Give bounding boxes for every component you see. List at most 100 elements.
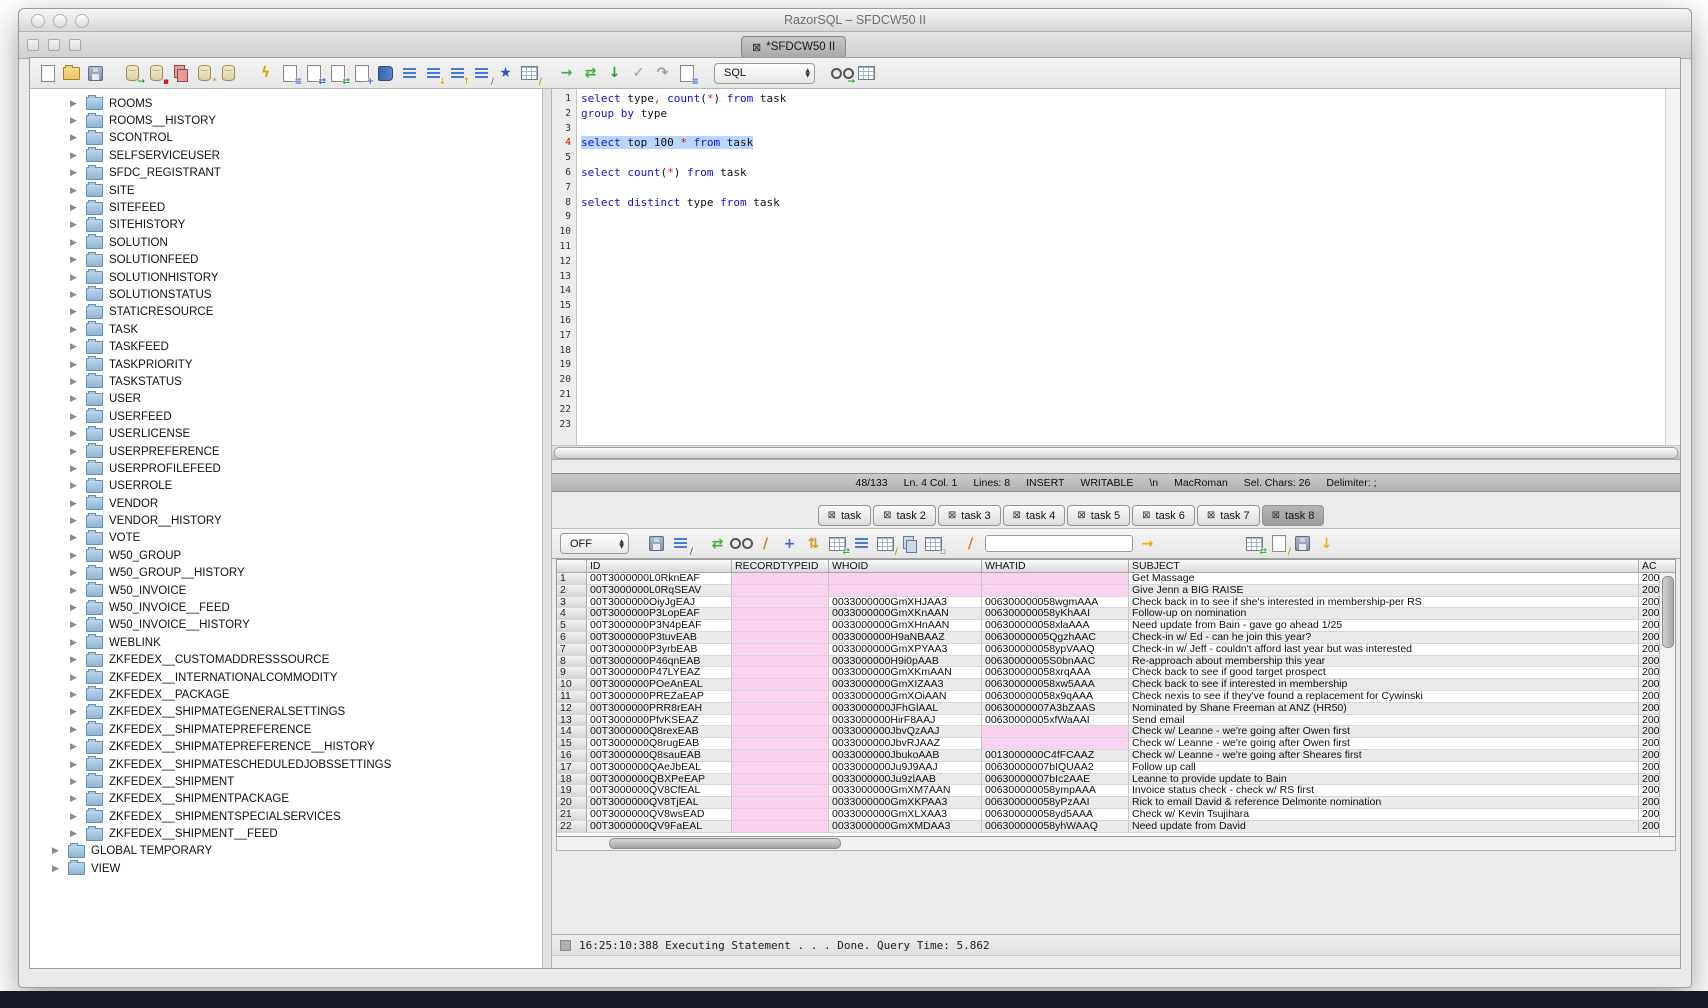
save-grid-icon[interactable]: [1293, 534, 1312, 553]
row-number-cell[interactable]: 17: [557, 762, 587, 774]
disclosure-triangle-icon[interactable]: ▶: [70, 273, 80, 283]
format-sql-icon[interactable]: /: [472, 64, 491, 83]
close-tab-icon[interactable]: ⊠: [828, 510, 836, 521]
minimize-window-icon[interactable]: [53, 14, 67, 28]
sql-mode-select[interactable]: SQL ▲▼: [714, 63, 815, 84]
cell[interactable]: Rick to email David & reference Delmonte…: [1129, 797, 1639, 809]
disclosure-triangle-icon[interactable]: ▶: [70, 412, 80, 422]
highlight-pen-icon[interactable]: /: [961, 534, 980, 553]
cell[interactable]: 006300000058xw5AAA: [982, 679, 1129, 691]
tree-item-userlicense[interactable]: ▶USERLICENSE: [30, 425, 542, 442]
cell[interactable]: 00T3000000OiyJgEAJ: [587, 597, 732, 609]
new-connection-icon[interactable]: *: [195, 64, 214, 83]
edit-results-icon[interactable]: /: [1269, 534, 1288, 553]
cell[interactable]: 006300000058ypVAAQ: [982, 644, 1129, 656]
disclosure-triangle-icon[interactable]: ▶: [70, 342, 80, 352]
cell[interactable]: Check back to see if good target prospec…: [1129, 667, 1639, 679]
title-bar[interactable]: RazorSQL – SFDCW50 II: [19, 9, 1691, 32]
cell[interactable]: Send email: [1129, 715, 1639, 727]
tree-item-sitehistory[interactable]: ▶SITEHISTORY: [30, 217, 542, 234]
cell[interactable]: 0033000000JbvQzAAJ: [829, 726, 982, 738]
row-number-cell[interactable]: 21: [557, 809, 587, 821]
disclosure-triangle-icon[interactable]: ▶: [70, 620, 80, 630]
cell[interactable]: 006300000058xrqAAA: [982, 667, 1129, 679]
disclosure-triangle-icon[interactable]: ▶: [70, 533, 80, 543]
tree-item-userpreference[interactable]: ▶USERPREFERENCE: [30, 443, 542, 460]
cell[interactable]: 0033000000JbvRJAAZ: [829, 738, 982, 750]
tree-item-sitefeed[interactable]: ▶SITEFEED: [30, 199, 542, 216]
disclosure-triangle-icon[interactable]: ▶: [70, 829, 80, 839]
cell[interactable]: 00630000007A3bZAAS: [982, 703, 1129, 715]
tree-item-taskfeed[interactable]: ▶TASKFEED: [30, 338, 542, 355]
tree-item-w50-invoice[interactable]: ▶W50_INVOICE: [30, 582, 542, 599]
tree-item-zkfedex-shipmentspecialservices[interactable]: ▶ZKFEDEX__SHIPMENTSPECIALSERVICES: [30, 808, 542, 825]
cell[interactable]: 00T3000000QV8TjEAL: [587, 797, 732, 809]
mdi-minimize-icon[interactable]: [48, 39, 60, 51]
cell[interactable]: 0033000000JbukoAAB: [829, 750, 982, 762]
cell[interactable]: 0033000000GmXKPAA3: [829, 797, 982, 809]
row-number-cell[interactable]: 15: [557, 738, 587, 750]
result-tab-task-2[interactable]: ⊠task 2: [873, 505, 936, 526]
disclosure-triangle-icon[interactable]: ▶: [70, 290, 80, 300]
cell[interactable]: Nominated by Shane Freeman at ANZ (HR50): [1129, 703, 1639, 715]
open-file-icon[interactable]: [62, 64, 81, 83]
cell[interactable]: 00T3000000QV8wsEAD: [587, 809, 732, 821]
tree-item-site[interactable]: ▶SITE: [30, 182, 542, 199]
move-down-icon[interactable]: ↓: [424, 64, 443, 83]
row-number-cell[interactable]: 11: [557, 691, 587, 703]
row-number-cell[interactable]: 13: [557, 715, 587, 727]
zoom-window-icon[interactable]: [75, 14, 89, 28]
row-number-cell[interactable]: 16: [557, 750, 587, 762]
disclosure-triangle-icon[interactable]: ▶: [70, 429, 80, 439]
query-options-icon[interactable]: ≡: [280, 64, 299, 83]
cell[interactable]: 0033000000GmXOiAAN: [829, 691, 982, 703]
tree-item-w50-invoice-history[interactable]: ▶W50_INVOICE__HISTORY: [30, 617, 542, 634]
cell[interactable]: 00T3000000P47LYEAZ: [587, 667, 732, 679]
disclosure-triangle-icon[interactable]: ▶: [70, 168, 80, 178]
disconnect-icon[interactable]: ▪: [147, 64, 166, 83]
cell[interactable]: 00T3000000QAeJbEAL: [587, 762, 732, 774]
cell[interactable]: 0033000000GmXHnAAN: [829, 620, 982, 632]
row-number-cell[interactable]: 22: [557, 821, 587, 833]
result-tab-task-3[interactable]: ⊠task 3: [938, 505, 1001, 526]
cell[interactable]: Give Jenn a BIG RAISE: [1129, 585, 1639, 597]
cell[interactable]: [732, 573, 829, 585]
mdi-restore-icon[interactable]: [27, 39, 39, 51]
cell[interactable]: 00T3000000PREZaEAP: [587, 691, 732, 703]
connect-icon[interactable]: →: [123, 64, 142, 83]
disclosure-triangle-icon[interactable]: ▶: [70, 551, 80, 561]
tree-item-zkfedex-customaddresssource[interactable]: ▶ZKFEDEX__CUSTOMADDRESSSOURCE: [30, 652, 542, 669]
redo-icon[interactable]: ↷: [653, 64, 672, 83]
disclosure-triangle-icon[interactable]: ▶: [70, 116, 80, 126]
cell[interactable]: [732, 750, 829, 762]
disclosure-triangle-icon[interactable]: ▶: [70, 220, 80, 230]
cell[interactable]: 00T3000000P3yrbEAB: [587, 644, 732, 656]
disclosure-triangle-icon[interactable]: ▶: [70, 377, 80, 387]
tree-item-taskpriority[interactable]: ▶TASKPRIORITY: [30, 356, 542, 373]
column-header-SUBJECT[interactable]: SUBJECT: [1129, 560, 1639, 573]
favorites-icon[interactable]: ★: [496, 64, 515, 83]
cell[interactable]: 006300000058yd5AAA: [982, 809, 1129, 821]
table-info-icon[interactable]: /: [876, 534, 895, 553]
disclosure-triangle-icon[interactable]: ▶: [70, 655, 80, 665]
tree-item-zkfedex-internationalcommodity[interactable]: ▶ZKFEDEX__INTERNATIONALCOMMODITY: [30, 669, 542, 686]
database-icon[interactable]: [219, 64, 238, 83]
editor-horizontal-scrollbar[interactable]: [552, 446, 1680, 460]
cell[interactable]: 006300000058ympAAA: [982, 785, 1129, 797]
tree-item-selfserviceuser[interactable]: ▶SELFSERVICEUSER: [30, 147, 542, 164]
disclosure-triangle-icon[interactable]: ▶: [70, 99, 80, 109]
row-number-cell[interactable]: 7: [557, 644, 587, 656]
sql-editor[interactable]: 1select type, count(*) from task2group b…: [552, 89, 1680, 446]
cell[interactable]: [732, 620, 829, 632]
tree-item-global-temporary[interactable]: ▶GLOBAL TEMPORARY: [30, 843, 542, 860]
disclosure-triangle-icon[interactable]: ▶: [70, 464, 80, 474]
cell[interactable]: [732, 774, 829, 786]
copy-results-icon[interactable]: [900, 534, 919, 553]
results-search-input[interactable]: [985, 535, 1133, 552]
execute-fetch-icon[interactable]: ↓: [605, 64, 624, 83]
column-header-RECORDTYPEID[interactable]: RECORDTYPEID: [732, 560, 829, 573]
disclosure-triangle-icon[interactable]: ▶: [52, 864, 62, 874]
tree-item-userprofilefeed[interactable]: ▶USERPROFILEFEED: [30, 460, 542, 477]
disclosure-triangle-icon[interactable]: ▶: [70, 447, 80, 457]
row-number-cell[interactable]: 9: [557, 667, 587, 679]
